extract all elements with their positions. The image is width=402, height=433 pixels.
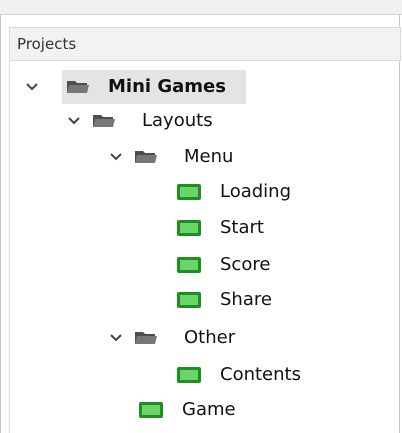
tree-item-label: Loading — [220, 181, 292, 202]
tree-item-layouts[interactable]: Layouts — [66, 104, 286, 138]
layout-icon — [177, 184, 201, 200]
layout-icon — [177, 292, 201, 308]
folder-icon — [93, 115, 115, 127]
chevron-down-icon[interactable] — [24, 79, 40, 95]
tree-left-border — [9, 61, 10, 433]
tree-item-menu[interactable]: Menu — [108, 140, 308, 174]
layout-icon — [177, 367, 201, 383]
tree-item-label: Other — [184, 327, 236, 348]
layout-icon — [177, 220, 201, 236]
chevron-down-icon[interactable] — [108, 149, 124, 165]
tree-item-loading[interactable]: Loading — [176, 175, 346, 209]
tree-item-label: Start — [220, 217, 264, 238]
tree-item-start[interactable]: Start — [176, 211, 346, 245]
tree-item-label: Layouts — [142, 110, 213, 131]
chevron-down-icon[interactable] — [108, 330, 124, 346]
tree-item-contents[interactable]: Contents — [176, 358, 366, 392]
tree-item-mini-games[interactable]: Mini Games — [24, 70, 294, 104]
tree-item-other[interactable]: Other — [108, 321, 308, 355]
folder-icon — [135, 151, 157, 163]
folder-icon — [135, 332, 157, 344]
tree-item-game[interactable]: Game — [138, 393, 318, 427]
layout-icon — [139, 402, 163, 418]
tree-item-label: Contents — [220, 364, 301, 385]
tree-item-label: Menu — [184, 146, 234, 167]
tree-item-label: Game — [182, 399, 236, 420]
tree-item-label: Mini Games — [108, 76, 226, 97]
folder-icon — [67, 81, 89, 93]
chevron-down-icon[interactable] — [66, 113, 82, 129]
tree-item-label: Share — [220, 289, 272, 310]
layout-icon — [177, 257, 201, 273]
top-toolbar-strip — [0, 0, 402, 15]
tree-item-share[interactable]: Share — [176, 283, 346, 317]
projects-panel-title: Projects — [17, 35, 77, 53]
tree-item-label: Score — [220, 254, 271, 275]
tree-item-score[interactable]: Score — [176, 248, 346, 282]
